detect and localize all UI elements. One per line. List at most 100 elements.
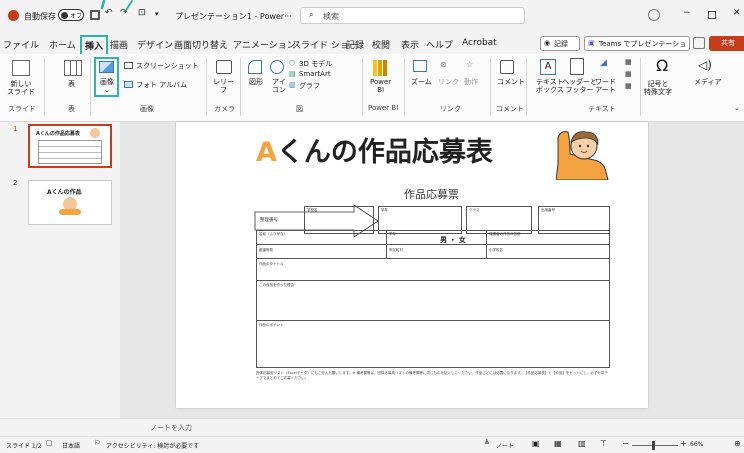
group-label-table: 表 bbox=[68, 105, 75, 113]
smartart-button[interactable]: SmartArt bbox=[299, 70, 331, 78]
language-status[interactable]: 日本語 bbox=[62, 441, 80, 450]
group-label-powerbi: Power BI bbox=[368, 104, 399, 112]
thumbnail-slide-1[interactable]: Aくんの作品応募表 bbox=[28, 124, 112, 168]
slideshow-view-icon[interactable]: ⊤ bbox=[600, 439, 607, 448]
3d-models-button[interactable]: 3D モデル bbox=[299, 59, 332, 69]
tab-record[interactable]: 記録 bbox=[346, 38, 364, 51]
normal-view-icon[interactable]: ▣ bbox=[532, 439, 540, 448]
gender-select[interactable]: 男 ・ 女 bbox=[440, 235, 466, 245]
new-slide-icon bbox=[12, 60, 30, 76]
comment-button[interactable]: コメント bbox=[497, 78, 525, 86]
table-icon bbox=[64, 60, 82, 76]
share-button[interactable]: 共有 bbox=[709, 36, 744, 51]
link-button[interactable]: リンク bbox=[438, 78, 459, 86]
textbox-button[interactable]: テキスト ボックス bbox=[536, 78, 564, 94]
date-time-icon[interactable]: ▦ bbox=[625, 58, 632, 66]
symbols-button[interactable]: 記号と 特殊文字 bbox=[644, 80, 672, 96]
tab-view[interactable]: 表示 bbox=[401, 38, 419, 51]
chart-button[interactable]: グラフ bbox=[299, 81, 320, 91]
attendance-number-label: 出席番号 bbox=[541, 208, 555, 212]
omega-icon: Ω bbox=[656, 56, 669, 75]
notes-icon: ≜ bbox=[484, 439, 490, 447]
fit-to-window-icon[interactable]: ⊕ bbox=[734, 439, 741, 448]
school-label: 小学校名 bbox=[489, 248, 503, 252]
guardian-label: 保護者の氏名の名前 bbox=[489, 232, 521, 236]
slide-sorter-icon[interactable]: ▦ bbox=[554, 439, 562, 448]
form-subtitle: 作品応募票 bbox=[404, 188, 459, 201]
comments-icon[interactable] bbox=[693, 37, 705, 49]
group-label-slides: スライド bbox=[8, 105, 36, 113]
form-col-divider bbox=[386, 230, 387, 258]
icons-icon bbox=[270, 60, 284, 74]
reading-view-icon[interactable]: ▥ bbox=[578, 439, 586, 448]
search-box[interactable]: ⌕ 検索 bbox=[300, 7, 525, 24]
cameo-icon bbox=[216, 60, 232, 74]
reason-label: この作品を作った理由 bbox=[259, 283, 294, 287]
ribbon-tabs: ファイル ホーム 挿入 描画 デザイン 画面切り替え アニメーション スライド … bbox=[0, 34, 744, 56]
work-title-label: 作品のタイトル bbox=[259, 262, 284, 266]
teams-label: Teams でプレゼンテーション bbox=[599, 40, 687, 48]
tab-review[interactable]: 校閲 bbox=[372, 38, 390, 51]
thumbnail-slide-2[interactable]: Aくんの作品 bbox=[28, 180, 112, 225]
slide-title-rest: くんの作品応募表 bbox=[276, 137, 493, 168]
application-form-table bbox=[256, 230, 610, 368]
maximize-icon[interactable] bbox=[708, 11, 716, 19]
media-button[interactable]: メディア bbox=[694, 78, 722, 86]
collapse-ribbon-icon[interactable]: ⌄ bbox=[734, 104, 740, 112]
tab-file[interactable]: ファイル bbox=[3, 38, 39, 51]
header-footer-button[interactable]: ヘッダーと フッター bbox=[562, 78, 597, 94]
tab-draw[interactable]: 描画 bbox=[110, 38, 128, 51]
minimize-icon[interactable]: − bbox=[683, 8, 691, 18]
account-icon[interactable] bbox=[648, 9, 660, 21]
group-label-text: テキスト bbox=[588, 105, 616, 113]
table-button[interactable]: 表 bbox=[68, 80, 75, 88]
status-bar: スライド 1/2 ▢ 日本語 ⚐ アクセシビリティ: 検討が必要です ≜ ノート… bbox=[0, 436, 744, 453]
3d-models-icon: ⬡ bbox=[289, 59, 296, 67]
slide-1[interactable]: Aくんの作品応募表 作品応募票 整理番号 学校名 学年 クラス 出席番号 名前（… bbox=[176, 122, 648, 408]
cameo-button[interactable]: レリー フ bbox=[213, 78, 234, 94]
comment-icon bbox=[500, 60, 514, 74]
zoom-slider[interactable] bbox=[632, 441, 678, 450]
shapes-button[interactable]: 図形 bbox=[249, 78, 263, 86]
close-icon[interactable]: ✕ bbox=[733, 8, 741, 18]
tab-transitions[interactable]: 画面切り替え bbox=[174, 38, 228, 51]
accessibility-status[interactable]: アクセシビリティ: 検討が必要です bbox=[106, 441, 199, 450]
record-button[interactable]: ◉ 記録 bbox=[540, 36, 580, 51]
zoom-button[interactable]: ズーム bbox=[411, 78, 432, 86]
notes-pane[interactable]: ノートを入力 bbox=[0, 418, 744, 436]
notes-button[interactable]: ノート bbox=[496, 441, 514, 450]
wordart-button[interactable]: ワード アート bbox=[595, 78, 616, 94]
screenshot-icon bbox=[124, 62, 133, 69]
textbox-icon: A bbox=[540, 59, 556, 75]
zoom-in-icon[interactable]: + bbox=[680, 439, 687, 448]
zoom-slider-thumb[interactable] bbox=[652, 441, 655, 450]
prefecture-label: 都道府県 bbox=[259, 248, 273, 252]
new-slide-button[interactable]: 新しい スライド bbox=[4, 80, 38, 96]
tab-home[interactable]: ホーム bbox=[49, 38, 76, 51]
icons-button[interactable]: アイ コン bbox=[272, 78, 286, 94]
action-button[interactable]: 動作 bbox=[464, 78, 478, 86]
tab-design[interactable]: デザイン bbox=[137, 38, 173, 51]
tab-help[interactable]: ヘルプ bbox=[426, 38, 453, 51]
powerbi-button[interactable]: Power BI bbox=[370, 78, 391, 94]
zoom-level[interactable]: 66% bbox=[690, 441, 703, 448]
teams-present-button[interactable]: ▣ Teams でプレゼンテーション bbox=[584, 36, 690, 51]
record-label: 記録 bbox=[554, 40, 568, 48]
slide-number-icon[interactable]: ▦ bbox=[625, 70, 632, 78]
image-button[interactable]: 画像 bbox=[100, 78, 114, 86]
search-icon: ⌕ bbox=[309, 10, 314, 19]
teams-icon: ▣ bbox=[588, 39, 595, 47]
tab-animations[interactable]: アニメーション bbox=[233, 38, 296, 51]
tab-acrobat[interactable]: Acrobat bbox=[462, 38, 497, 48]
tab-insert[interactable]: 挿入 bbox=[80, 35, 109, 56]
screenshot-button[interactable]: スクリーンショット bbox=[136, 61, 199, 71]
object-icon[interactable]: ▦ bbox=[625, 82, 632, 90]
zoom-out-icon[interactable]: − bbox=[622, 439, 629, 448]
photo-album-button[interactable]: フォト アルバム bbox=[136, 80, 187, 90]
wordart-icon: ◢ bbox=[600, 58, 607, 68]
slide-title-a: A bbox=[256, 137, 277, 168]
document-title: プレゼンテーション1 - Power··· bbox=[175, 12, 292, 21]
group-label-illustrations: 図 bbox=[296, 105, 303, 113]
customize-icon[interactable]: ▾ bbox=[155, 10, 159, 18]
spellcheck-icon[interactable]: ▢ bbox=[46, 439, 53, 447]
